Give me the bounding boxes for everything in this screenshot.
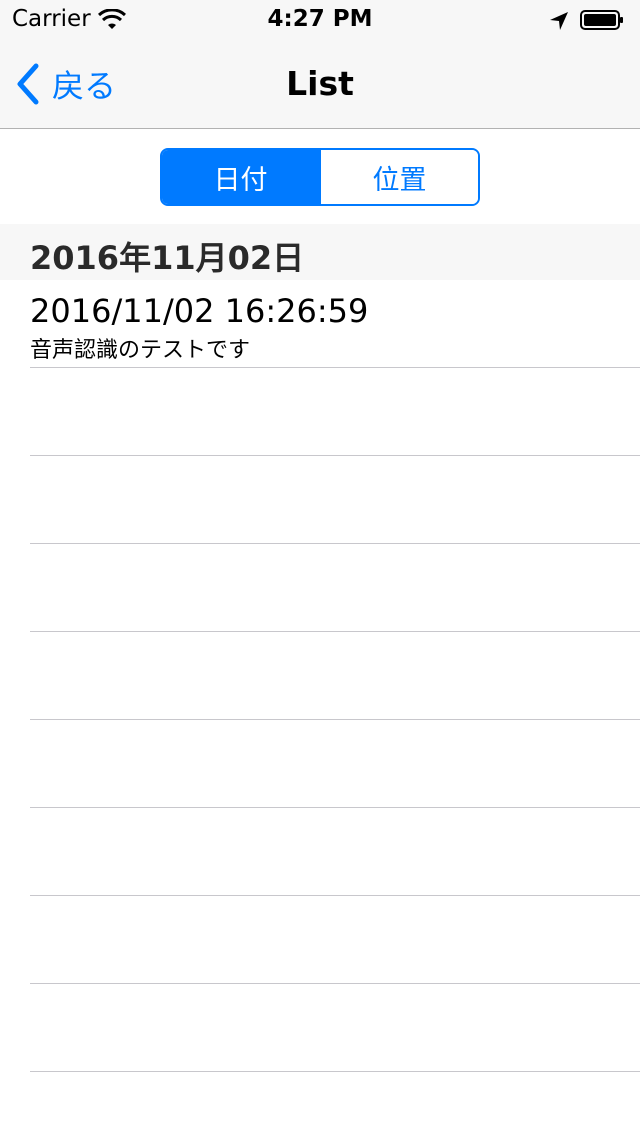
status-bar: Carrier 4:27 PM (0, 0, 640, 40)
row-separator (30, 543, 640, 544)
clock: 4:27 PM (267, 6, 373, 32)
sort-segmented-control: 日付 位置 (160, 148, 480, 206)
section-title: 2016年11月02日 (30, 239, 305, 277)
row-separator (30, 455, 640, 456)
battery-icon (580, 10, 623, 30)
row-separator (30, 983, 640, 984)
back-button[interactable]: 戻る (14, 60, 116, 108)
row-separator (30, 367, 640, 368)
row-separator (30, 719, 640, 720)
wifi-icon (98, 9, 126, 29)
chevron-left-icon (17, 63, 39, 105)
segment-date[interactable]: 日付 (162, 150, 319, 204)
row-separator (30, 1071, 640, 1072)
section-header: 2016年11月02日 (0, 224, 640, 280)
navigation-bar: 戻る List (0, 40, 640, 129)
screen: Carrier 4:27 PM 戻る List 日付 位置 2016年11月02… (0, 0, 640, 1136)
carrier-label: Carrier (12, 6, 91, 32)
row-separator (30, 895, 640, 896)
list-item-subtitle: 音声認識のテストです (30, 338, 251, 363)
segment-location[interactable]: 位置 (319, 150, 478, 204)
row-separator (30, 807, 640, 808)
location-arrow-icon (550, 12, 568, 30)
back-button-label: 戻る (52, 67, 117, 105)
list-item[interactable]: 2016/11/02 16:26:59 音声認識のテストです (0, 280, 640, 368)
list-item-title: 2016/11/02 16:26:59 (30, 292, 369, 330)
row-separator (30, 631, 640, 632)
